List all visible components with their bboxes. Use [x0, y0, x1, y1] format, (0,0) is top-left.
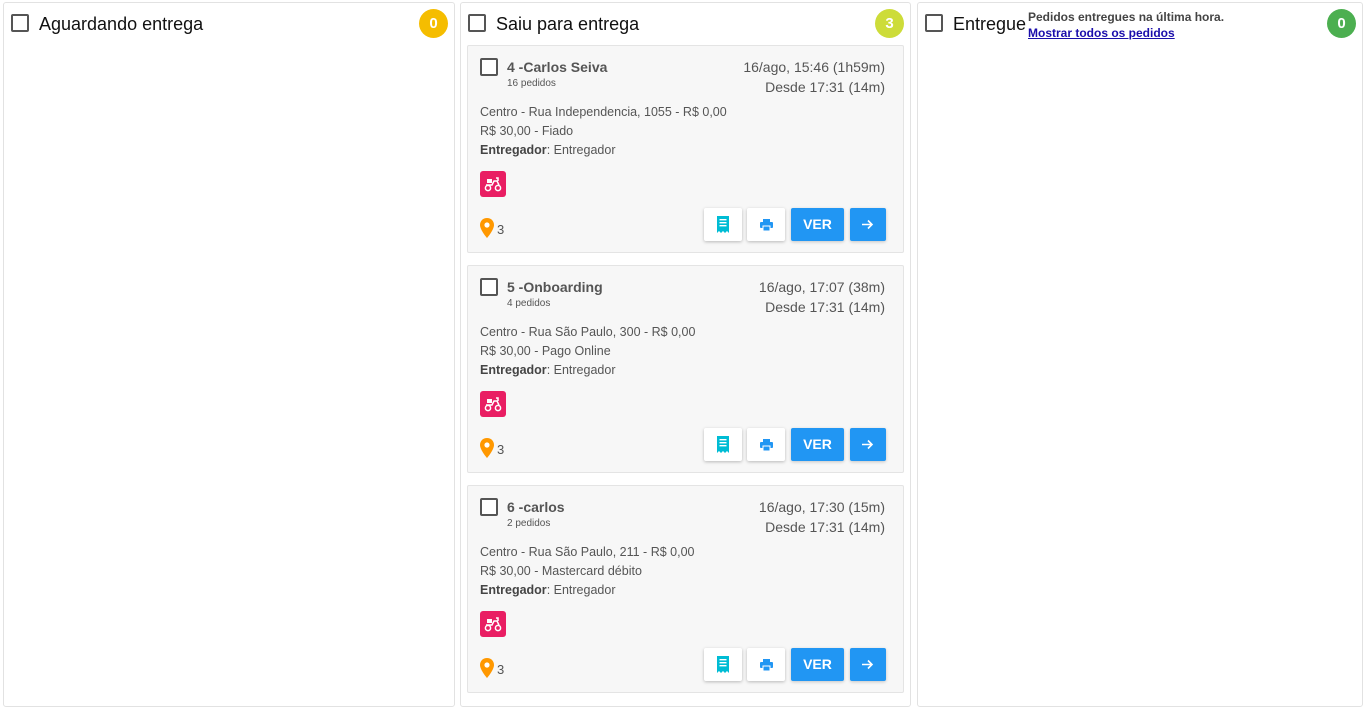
print-button[interactable] — [747, 428, 785, 461]
order-title: 4 -Carlos Seiva — [507, 59, 608, 75]
order-payment: R$ 30,00 - Fiado — [480, 124, 574, 138]
deliverer-name: : Entregador — [546, 143, 616, 157]
arrow-right-icon — [862, 659, 874, 670]
order-count: 4 pedidos — [507, 298, 551, 309]
order-since: Desde 17:31 (14m) — [765, 519, 885, 535]
deliverer-name: : Entregador — [546, 583, 616, 597]
delivery-scooter-icon — [480, 171, 506, 197]
receipt-button[interactable] — [704, 208, 742, 241]
delivery-scooter-icon — [480, 391, 506, 417]
delivered-note-text: Pedidos entregues na última hora. — [1028, 10, 1225, 24]
order-address: Centro - Rua Independencia, 1055 - R$ 0,… — [480, 105, 727, 119]
column-header: Entregue Pedidos entregues na última hor… — [918, 3, 1362, 43]
column-out-for-delivery: Saiu para entrega 3 4 -Carlos Seiva 16 p… — [460, 2, 911, 707]
count-badge: 0 — [419, 9, 448, 38]
order-address: Centro - Rua São Paulo, 300 - R$ 0,00 — [480, 325, 696, 339]
count-badge: 3 — [875, 9, 904, 38]
view-order-button[interactable]: VER — [791, 648, 844, 681]
order-datetime: 16/ago, 17:30 (15m) — [758, 499, 885, 515]
order-payment: R$ 30,00 - Pago Online — [480, 344, 611, 358]
printer-icon — [760, 219, 773, 231]
order-card[interactable]: 5 -Onboarding 4 pedidos 16/ago, 17:07 (3… — [467, 265, 904, 473]
order-since: Desde 17:31 (14m) — [765, 79, 885, 95]
order-datetime: 16/ago, 15:46 (1h59m) — [743, 59, 885, 75]
receipt-icon — [717, 656, 729, 673]
order-address: Centro - Rua São Paulo, 211 - R$ 0,00 — [480, 545, 695, 559]
printer-icon — [760, 439, 773, 451]
column-delivered: Entregue Pedidos entregues na última hor… — [917, 2, 1363, 707]
receipt-button[interactable] — [704, 648, 742, 681]
order-datetime: 16/ago, 17:07 (38m) — [758, 279, 885, 295]
order-deliverer: Entregador: Entregador — [480, 143, 615, 157]
map-pin-icon — [480, 438, 494, 458]
print-button[interactable] — [747, 648, 785, 681]
select-all-checkbox[interactable] — [11, 14, 29, 32]
arrow-right-icon — [862, 439, 874, 450]
view-order-button[interactable]: VER — [791, 428, 844, 461]
order-checkbox[interactable] — [480, 498, 498, 516]
column-header: Saiu para entrega 3 — [461, 3, 910, 43]
order-title: 6 -carlos — [507, 499, 565, 515]
select-all-checkbox[interactable] — [468, 14, 486, 32]
delivery-scooter-icon — [480, 611, 506, 637]
printer-icon — [760, 659, 773, 671]
select-all-checkbox[interactable] — [925, 14, 943, 32]
receipt-icon — [717, 436, 729, 453]
order-count: 16 pedidos — [507, 78, 556, 89]
deliverer-name: : Entregador — [546, 363, 616, 377]
count-badge: 0 — [1327, 9, 1356, 38]
print-button[interactable] — [747, 208, 785, 241]
order-count: 2 pedidos — [507, 518, 551, 529]
order-deliverer: Entregador: Entregador — [480, 583, 615, 597]
deliverer-label: Entregador — [480, 143, 547, 157]
delivered-note: Pedidos entregues na última hora. Mostra… — [1028, 9, 1224, 41]
stops-count: 3 — [497, 442, 505, 457]
order-checkbox[interactable] — [480, 58, 498, 76]
column-title: Entregue — [953, 14, 1027, 34]
order-since: Desde 17:31 (14m) — [765, 299, 885, 315]
column-header: Aguardando entrega 0 — [4, 3, 454, 43]
deliverer-label: Entregador — [480, 583, 547, 597]
stops-count: 3 — [497, 222, 505, 237]
order-card[interactable]: 6 -carlos 2 pedidos 16/ago, 17:30 (15m) … — [467, 485, 904, 693]
advance-status-button[interactable] — [850, 648, 886, 681]
advance-status-button[interactable] — [850, 428, 886, 461]
map-pin-icon — [480, 218, 494, 238]
column-awaiting-delivery: Aguardando entrega 0 — [3, 2, 455, 707]
deliverer-label: Entregador — [480, 363, 547, 377]
order-title: 5 -Onboarding — [507, 279, 603, 295]
show-all-orders-link[interactable]: Mostrar todos os pedidos — [1028, 25, 1224, 41]
view-order-button[interactable]: VER — [791, 208, 844, 241]
column-title: Saiu para entrega — [496, 14, 640, 34]
order-card[interactable]: 4 -Carlos Seiva 16 pedidos 16/ago, 15:46… — [467, 45, 904, 253]
column-title: Aguardando entrega — [39, 14, 204, 34]
order-checkbox[interactable] — [480, 278, 498, 296]
receipt-icon — [717, 216, 729, 233]
order-payment: R$ 30,00 - Mastercard débito — [480, 564, 642, 578]
stops-count: 3 — [497, 662, 505, 677]
arrow-right-icon — [862, 219, 874, 230]
advance-status-button[interactable] — [850, 208, 886, 241]
map-pin-icon — [480, 658, 494, 678]
order-deliverer: Entregador: Entregador — [480, 363, 615, 377]
receipt-button[interactable] — [704, 428, 742, 461]
